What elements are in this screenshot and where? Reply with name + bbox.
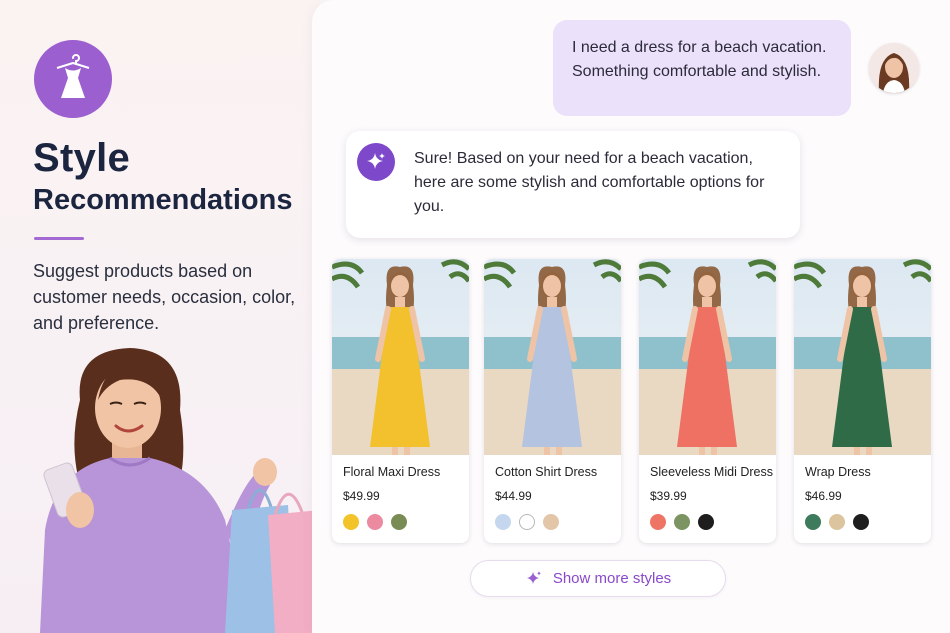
color-swatches	[805, 514, 869, 530]
user-message-bubble: I need a dress for a beach vacation. Som…	[553, 20, 851, 116]
color-swatch[interactable]	[650, 514, 666, 530]
product-image[interactable]	[484, 259, 621, 455]
product-price: $46.99	[805, 489, 842, 503]
product-name[interactable]: Cotton Shirt Dress	[495, 465, 597, 479]
show-more-styles-button[interactable]: Show more styles	[470, 560, 726, 597]
sparkle-icon	[526, 570, 541, 584]
product-card[interactable]: Sleeveless Midi Dress $39.99	[639, 259, 776, 543]
page-title: Style	[33, 136, 131, 180]
color-swatch[interactable]	[674, 514, 690, 530]
product-price: $49.99	[343, 489, 380, 503]
color-swatch[interactable]	[853, 514, 869, 530]
shopper-illustration	[40, 348, 335, 633]
page-subtitle: Recommendations	[33, 184, 293, 216]
intro-panel: Style Recommendations Suggest products b…	[0, 0, 335, 633]
product-card[interactable]: Cotton Shirt Dress $44.99	[484, 259, 621, 543]
product-image[interactable]	[794, 259, 931, 455]
assistant-message-text: Sure! Based on your need for a beach vac…	[414, 150, 765, 215]
product-price: $44.99	[495, 489, 532, 503]
sparkle-icon	[357, 143, 395, 181]
color-swatch[interactable]	[519, 514, 535, 530]
product-card[interactable]: Floral Maxi Dress $49.99	[332, 259, 469, 543]
product-image[interactable]	[332, 259, 469, 455]
dress-hanger-icon	[34, 40, 112, 118]
color-swatches	[343, 514, 407, 530]
color-swatch[interactable]	[343, 514, 359, 530]
color-swatches	[495, 514, 559, 530]
product-name[interactable]: Sleeveless Midi Dress	[650, 465, 773, 479]
show-more-label: Show more styles	[552, 570, 672, 587]
color-swatches	[650, 514, 714, 530]
color-swatch[interactable]	[543, 514, 559, 530]
color-swatch[interactable]	[391, 514, 407, 530]
color-swatch[interactable]	[495, 514, 511, 530]
feature-description: Suggest products based on customer needs…	[33, 261, 296, 333]
title-divider	[34, 237, 84, 240]
product-card[interactable]: Wrap Dress $46.99	[794, 259, 931, 543]
color-swatch[interactable]	[805, 514, 821, 530]
user-avatar	[869, 43, 919, 93]
assistant-message-bubble: Sure! Based on your need for a beach vac…	[346, 131, 800, 238]
product-price: $39.99	[650, 489, 687, 503]
color-swatch[interactable]	[367, 514, 383, 530]
product-name[interactable]: Floral Maxi Dress	[343, 465, 440, 479]
product-name[interactable]: Wrap Dress	[805, 465, 871, 479]
color-swatch[interactable]	[829, 514, 845, 530]
color-swatch[interactable]	[698, 514, 714, 530]
product-image[interactable]	[639, 259, 776, 455]
